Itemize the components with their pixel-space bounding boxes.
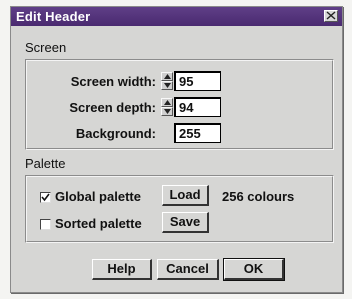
close-icon — [326, 11, 336, 20]
edit-header-dialog: Edit Header Screen Screen width: 95 Scre… — [10, 6, 343, 293]
screen-depth-down[interactable] — [161, 107, 173, 116]
screen-depth-spinner[interactable] — [161, 98, 173, 116]
palette-group: Global palette Load 256 colours Sorted p… — [25, 175, 334, 243]
background-field[interactable]: 255 — [174, 123, 221, 143]
palette-section-label: Palette — [25, 156, 66, 171]
arrow-up-icon — [164, 74, 171, 79]
arrow-down-icon — [164, 109, 171, 114]
screen-width-spinner[interactable] — [161, 72, 173, 90]
save-button[interactable]: Save — [162, 212, 209, 233]
global-palette-label[interactable]: Global palette — [55, 189, 141, 204]
screen-width-down[interactable] — [161, 81, 173, 90]
close-button[interactable] — [324, 10, 338, 22]
global-palette-checkbox[interactable] — [40, 192, 51, 203]
screen-depth-up[interactable] — [161, 98, 173, 107]
screen-width-label: Screen width: — [70, 74, 156, 89]
checkmark-icon — [41, 193, 50, 202]
dialog-title: Edit Header — [16, 9, 91, 24]
arrow-up-icon — [164, 100, 171, 105]
arrow-down-icon — [164, 83, 171, 88]
colour-count: 256 colours — [222, 189, 295, 204]
background-label: Background: — [75, 126, 156, 141]
title-bar[interactable]: Edit Header — [11, 7, 342, 26]
help-button[interactable]: Help — [92, 259, 152, 280]
cancel-button[interactable]: Cancel — [157, 259, 219, 280]
sorted-palette-label[interactable]: Sorted palette — [55, 216, 142, 231]
load-button[interactable]: Load — [162, 185, 209, 206]
sorted-palette-checkbox[interactable] — [40, 219, 51, 230]
screen-width-up[interactable] — [161, 72, 173, 81]
screen-depth-label: Screen depth: — [69, 100, 156, 115]
ok-button[interactable]: OK — [223, 258, 285, 281]
screen-group: Screen width: 95 Screen depth: 94 Backgr… — [25, 59, 334, 150]
screen-section-label: Screen — [25, 40, 67, 55]
screen-depth-field[interactable]: 94 — [174, 97, 221, 117]
screen-width-field[interactable]: 95 — [174, 71, 221, 91]
